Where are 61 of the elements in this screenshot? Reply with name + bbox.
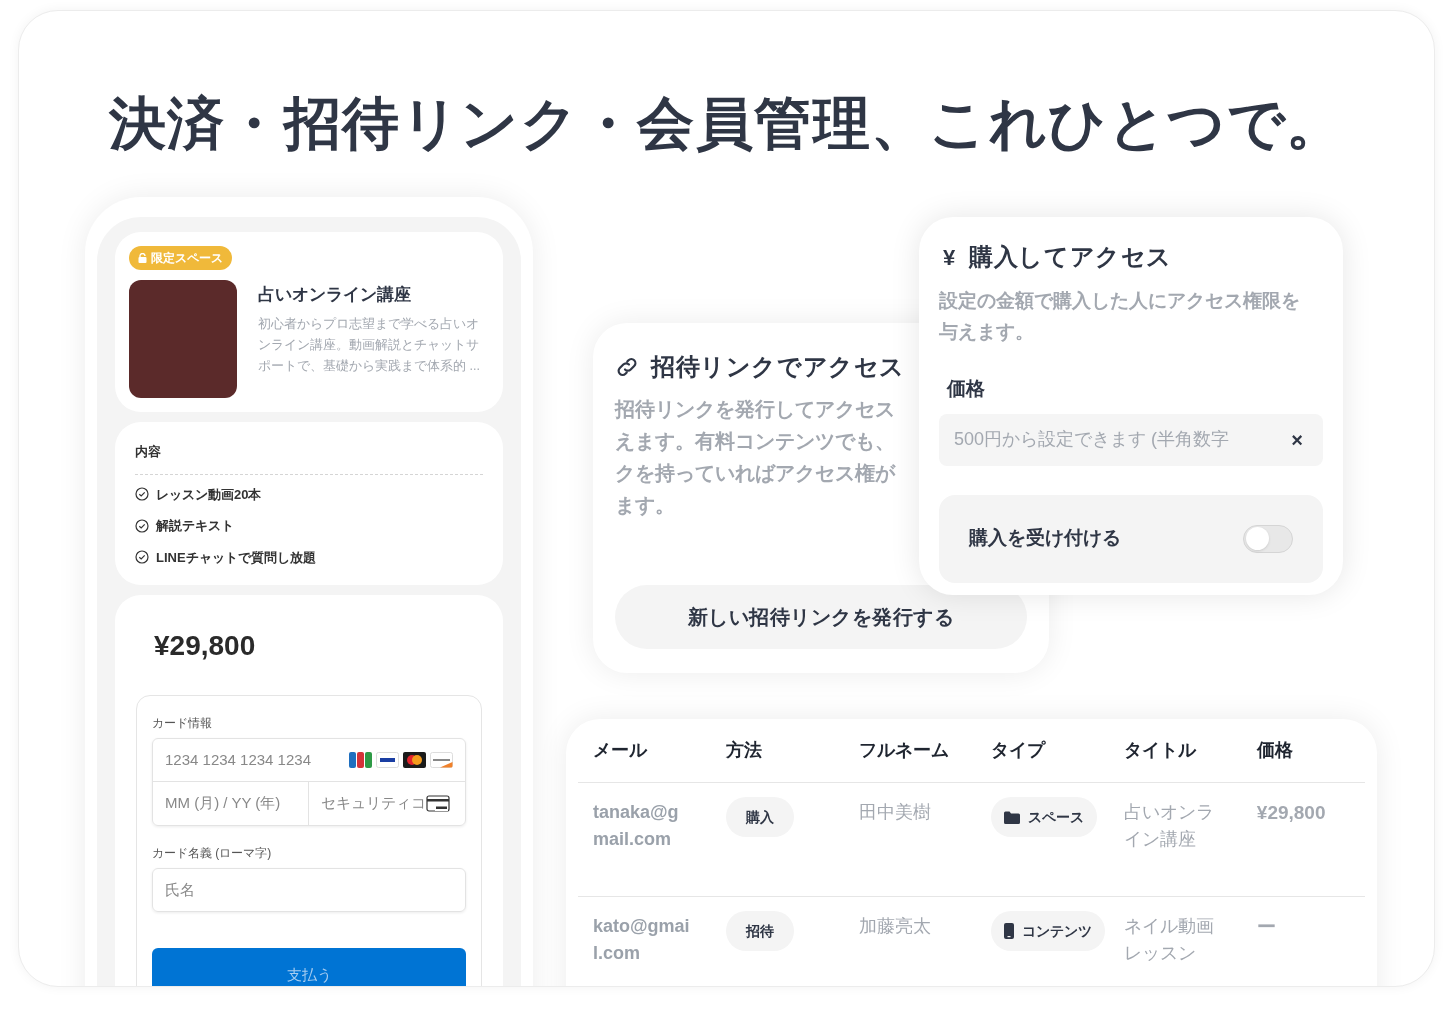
price-cell: ー [1256, 916, 1276, 937]
description-line: えます。有料コンテンツでも、 [615, 429, 895, 454]
column-header: 方法 [725, 740, 762, 760]
section-title: 内容 [135, 443, 162, 461]
card-details-field[interactable]: 1234 1234 1234 1234 MM (月) / YY (年) セキュリティコ [152, 738, 466, 826]
price: ¥29,800 [153, 629, 257, 663]
toggle-switch[interactable] [1243, 524, 1293, 553]
column-header: フルネーム [858, 740, 949, 760]
column-header: 価格 [1256, 740, 1293, 760]
description-line: クを持っていればアクセス権が [615, 461, 895, 486]
type-label: コンテンツ [1022, 921, 1093, 941]
description-line: ます。 [615, 493, 675, 518]
name-cell: 加藤亮太 [858, 916, 931, 936]
feature-item: レッスン動画20本 [156, 485, 262, 504]
name-cell: 田中美樹 [858, 802, 931, 822]
title-cell-text: ネイル動画レッスン [1124, 915, 1216, 965]
card-logo-icon [349, 752, 372, 768]
check-circle-icon [135, 550, 149, 565]
card-logo-icon [430, 752, 453, 768]
security-code-placeholder: セキュリティコ [321, 793, 426, 814]
cvc-card-icon [426, 794, 450, 813]
lock-icon [138, 253, 147, 263]
column-header: タイトル [1124, 740, 1197, 760]
smartphone-icon [1004, 923, 1015, 939]
card-title: 招待リンクでアクセス [651, 352, 905, 382]
price-field[interactable]: 500円から設定できます (半角数字 × [939, 413, 1323, 466]
name-field[interactable]: 氏名 [152, 868, 466, 912]
price-placeholder: 500円から設定できます (半角数字 [954, 428, 1230, 451]
badge-label: 限定スペース [151, 250, 223, 267]
title-cell-text: 占いオンライン講座 [1124, 801, 1216, 851]
card-description: 設定の金額で購入した人にアクセス権限を与えます。 [939, 289, 1301, 344]
method-tag: 招待 [725, 911, 794, 951]
headline: 決済・招待リンク・会員管理、これひとつで。 [107, 90, 1346, 157]
field-label: カード情報 [152, 715, 213, 732]
field-label: 価格 [945, 377, 986, 401]
method-tag: 購入 [725, 797, 794, 837]
product-title: 占いオンライン講座 [258, 284, 412, 306]
product-description: 初心者からプロ志望まで学べる占いオンライン講座。動画解説とチャットサポートで、基礎から実践まで体系的 ... [258, 315, 481, 375]
check-circle-icon [135, 487, 149, 502]
column-header: メール [593, 740, 647, 760]
card-logo-icon [403, 752, 426, 768]
card-number-placeholder: 1234 1234 1234 1234 [165, 749, 311, 770]
card-logo-icon [376, 752, 399, 768]
feature-item: LINEチャットで質問し放題 [156, 548, 316, 567]
card-title: 購入してアクセス [969, 242, 1173, 272]
description-line: 招待リンクを発行してアクセス [615, 397, 895, 422]
price-cell: ¥29,800 [1256, 802, 1326, 823]
expiry-placeholder: MM (月) / YY (年) [153, 782, 309, 825]
check-circle-icon [135, 518, 149, 533]
field-label: カード名義 (ローマ字) [152, 845, 273, 862]
folder-icon [1004, 810, 1021, 824]
feature-item: 解説テキスト [156, 517, 234, 535]
type-label: スペース [1028, 807, 1085, 827]
email-cell-text: kato@gmail.com [593, 915, 691, 965]
link-icon [615, 356, 639, 378]
yen-icon: ¥ [943, 240, 956, 274]
clear-button[interactable]: × [1291, 424, 1303, 455]
column-header: タイプ [991, 740, 1046, 760]
email-cell-text: tanaka@gmail.com [593, 801, 680, 851]
issue-invite-link-button[interactable]: 新しい招待リンクを発行する [615, 585, 1027, 649]
toggle-label: 購入を受け付ける [969, 526, 1121, 551]
